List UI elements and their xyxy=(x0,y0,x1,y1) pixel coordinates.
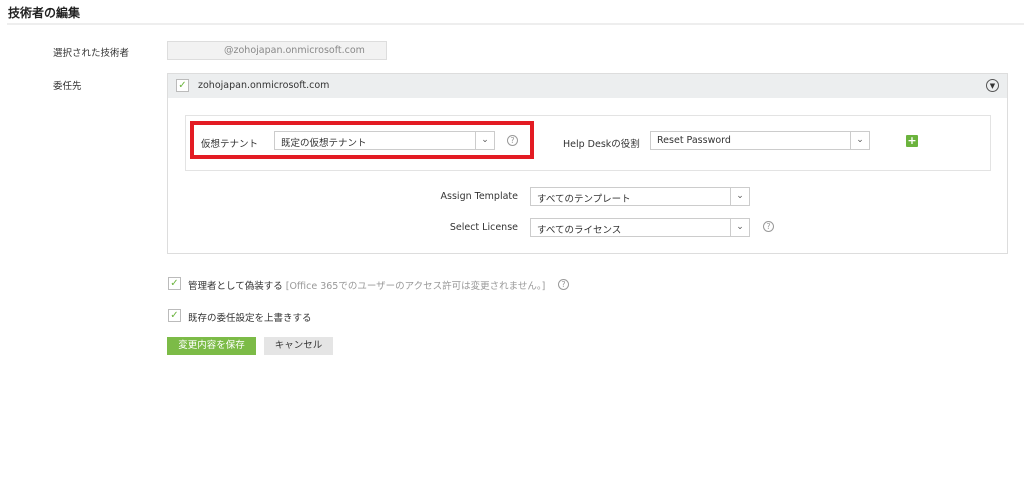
help-icon[interactable]: ? xyxy=(507,135,518,146)
assign-template-value: すべてのテンプレート xyxy=(537,194,631,205)
add-role-button[interactable]: + xyxy=(906,135,918,147)
selected-tech-label: 選択された技術者 xyxy=(53,48,130,59)
domain-checkbox[interactable]: ✓ xyxy=(176,79,189,92)
cancel-button[interactable]: キャンセル xyxy=(264,337,333,355)
impersonate-checkbox[interactable]: ✓ xyxy=(168,277,181,290)
helpdesk-role-select[interactable]: Reset Password ⌄ xyxy=(650,131,870,150)
page-title: 技術者の編集 xyxy=(8,6,81,20)
chevron-down-icon: ⌄ xyxy=(475,132,494,149)
select-license-value: すべてのライセンス xyxy=(537,225,622,236)
overwrite-label: 既存の委任設定を上書きする xyxy=(188,313,312,324)
collapse-chevron-icon[interactable]: ▼ xyxy=(986,79,999,92)
delegate-label: 委任先 xyxy=(53,81,82,92)
chevron-down-icon: ⌄ xyxy=(730,188,749,205)
divider xyxy=(7,23,1024,25)
virtual-tenant-value: 既定の仮想テナント xyxy=(281,138,367,149)
helpdesk-role-value: Reset Password xyxy=(657,135,731,146)
virtual-tenant-label: 仮想テナント xyxy=(201,139,259,150)
select-license-label: Select License xyxy=(449,222,518,233)
help-icon[interactable]: ? xyxy=(558,279,569,290)
chevron-down-icon: ⌄ xyxy=(850,132,869,149)
impersonate-label: 管理者として偽装する [Office 365でのユーザーのアクセス許可は変更され… xyxy=(188,278,545,292)
selected-tech-field: @zohojapan.onmicrosoft.com xyxy=(167,41,387,60)
help-icon[interactable]: ? xyxy=(763,221,774,232)
domain-label: zohojapan.onmicrosoft.com xyxy=(198,80,330,91)
helpdesk-role-label: Help Deskの役割 xyxy=(563,139,640,150)
chevron-down-icon: ⌄ xyxy=(730,219,749,236)
panel-header: ✓ zohojapan.onmicrosoft.com ▼ xyxy=(168,74,1007,98)
impersonate-note: [Office 365でのユーザーのアクセス許可は変更されません。] xyxy=(285,281,546,292)
assign-template-label: Assign Template xyxy=(440,191,518,202)
overwrite-checkbox[interactable]: ✓ xyxy=(168,309,181,322)
select-license-select[interactable]: すべてのライセンス ⌄ xyxy=(530,218,750,237)
assign-template-select[interactable]: すべてのテンプレート ⌄ xyxy=(530,187,750,206)
virtual-tenant-select[interactable]: 既定の仮想テナント ⌄ xyxy=(274,131,495,150)
save-button[interactable]: 変更内容を保存 xyxy=(167,337,256,355)
impersonate-text: 管理者として偽装する xyxy=(188,281,283,292)
